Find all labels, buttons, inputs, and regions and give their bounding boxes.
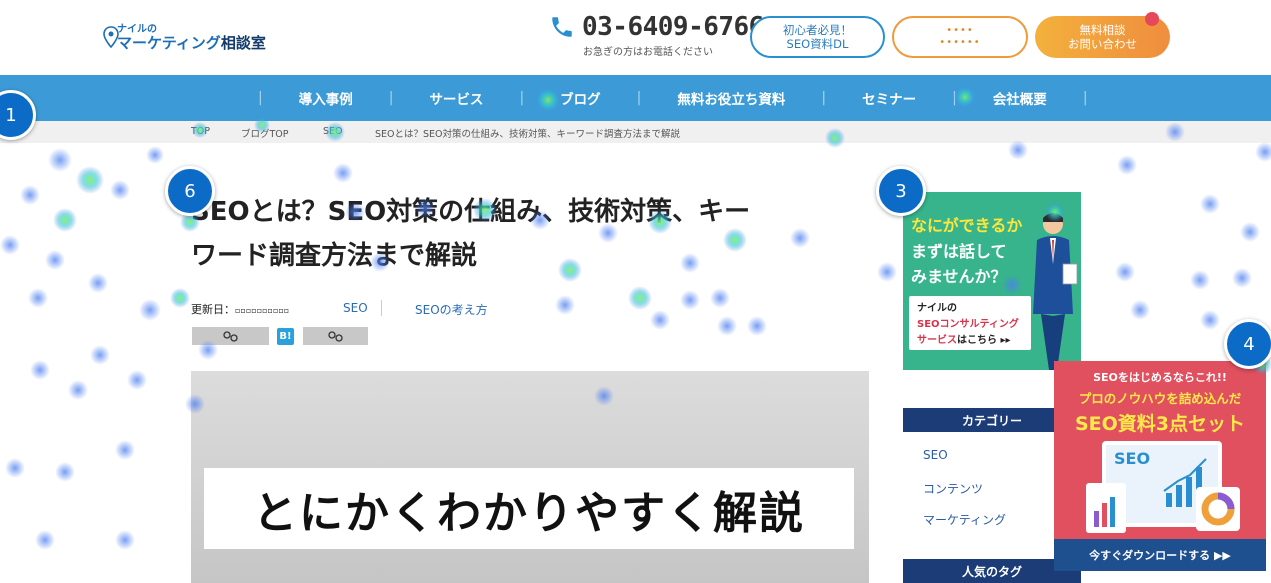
card-line1: ナイルの: [917, 303, 957, 314]
popup-line2: プロのノウハウを詰め込んだ: [1078, 391, 1242, 406]
category-item-marketing[interactable]: マーケティング: [923, 511, 1006, 528]
banner-line1: なにができるか: [911, 216, 1023, 235]
phone-icon: [552, 17, 572, 37]
article-title-line1: SEOとは？SEO対策の仕組み、技術対策、キー: [191, 197, 751, 227]
beginner-button-line2: SEO資料DL: [786, 37, 849, 51]
beginner-button-line1: 初心者必見！: [783, 22, 852, 37]
logo-main-text: マーケティング相談室: [117, 32, 266, 53]
contact-button-line1: 無料相談: [1079, 22, 1126, 37]
nav-item-seminar[interactable]: セミナー: [826, 88, 952, 108]
card-line3a: サービス: [917, 335, 957, 346]
breadcrumb-top[interactable]: TOP: [191, 126, 210, 137]
marker-4: 4: [1224, 319, 1271, 369]
card-line3b: はこちら ▸▸: [957, 335, 1011, 346]
mid-button-line1: ••••: [946, 24, 974, 36]
category-item-content[interactable]: コンテンツ: [923, 480, 983, 497]
phone-contact[interactable]: 03-6409-6766 お急ぎの方はお電話ください: [549, 12, 764, 58]
marker-3: 3: [876, 166, 926, 216]
tag-seo[interactable]: SEO: [343, 301, 368, 315]
businessman-illustration: [1033, 213, 1078, 370]
popup-line3: SEO資料3点セット: [1074, 413, 1246, 435]
hero-caption: とにかくわかりやすく解説: [204, 468, 854, 549]
nav-item-blog[interactable]: ブログ: [524, 88, 637, 108]
mid-button-line2: ••••••: [939, 37, 981, 48]
breadcrumb-seo[interactable]: SEO: [323, 126, 343, 137]
seo-material-download-button[interactable]: 初心者必見！ SEO資料DL: [750, 16, 885, 58]
marker-6: 6: [165, 166, 215, 216]
nav-separator: |: [1082, 90, 1088, 106]
article-hero-image: とにかくわかりやすく解説: [191, 371, 869, 583]
breadcrumb-blog-top[interactable]: ブログTOP: [241, 126, 289, 140]
nav-item-company[interactable]: 会社概要: [957, 88, 1083, 108]
hatena-bookmark-button[interactable]: B!: [277, 328, 294, 345]
article-title: SEOとは？SEO対策の仕組み、技術対策、キー ワード調査方法まで解説: [191, 190, 851, 278]
updated-value: ▫▫▫▫▫▫▫▫▫▫: [235, 306, 290, 315]
article-title-line2: ワード調査方法まで解説: [191, 241, 478, 271]
site-logo[interactable]: ナイルの マーケティング相談室: [103, 20, 273, 56]
category-item-seo[interactable]: SEO: [923, 448, 948, 462]
banner-line3: みませんか？: [911, 267, 1007, 286]
banner-line2: まずは話して: [911, 242, 1007, 261]
notification-dot: [1145, 12, 1159, 26]
main-nav: | 導入事例 | サービス | ブログ | 無料お役立ち資料 | セミナー | …: [0, 75, 1271, 121]
pie-chart-icon: [1196, 487, 1240, 531]
seo-material-popup[interactable]: SEOをはじめるならこれ!! プロのノウハウを詰め込んだ SEO資料3点セット …: [1054, 361, 1266, 571]
popup-download-button[interactable]: 今すぐダウンロードする ▶▶: [1054, 539, 1266, 571]
tag-divider: [381, 300, 382, 316]
banner-card: ナイルの SEOコンサルティング サービスはこちら ▸▸: [909, 296, 1031, 350]
tag-seo-thinking[interactable]: SEOの考え方: [415, 301, 488, 318]
updated-label: 更新日：: [191, 303, 235, 316]
logo-main-suffix: 相談室: [220, 34, 266, 52]
contact-button-line2: お問い合わせ: [1068, 37, 1137, 51]
consulting-banner[interactable]: なにができるか まずは話して みませんか？ ナイルの SEOコンサルティング サ…: [903, 192, 1081, 370]
nav-item-services[interactable]: サービス: [393, 88, 519, 108]
card-line2: SEOコンサルティング: [917, 319, 1019, 330]
nav-list: | 導入事例 | サービス | ブログ | 無料お役立ち資料 | セミナー | …: [258, 75, 1088, 121]
report-card-icon: [1086, 483, 1126, 533]
share-icon: [327, 331, 343, 342]
site-header: ナイルの マーケティング相談室 03-6409-6766 お急ぎの方はお電話くだ…: [0, 0, 1271, 75]
share-icon: [222, 331, 238, 342]
phone-number: 03-6409-6766: [582, 12, 764, 42]
share-button-right[interactable]: [303, 327, 368, 345]
breadcrumb-current: SEOとは？SEO対策の仕組み、技術対策、キーワード調査方法まで解説: [375, 129, 681, 140]
nav-item-case-studies[interactable]: 導入事例: [263, 88, 389, 108]
logo-main-word: マーケティング: [117, 34, 221, 52]
breadcrumb: TOP ブログTOP SEO SEOとは？SEO対策の仕組み、技術対策、キーワー…: [0, 121, 1271, 143]
popup-line1: SEOをはじめるならこれ!!: [1093, 371, 1227, 384]
updated-date: 更新日：▫▫▫▫▫▫▫▫▫▫: [191, 301, 289, 317]
header-mid-button[interactable]: •••• ••••••: [892, 16, 1028, 58]
share-button-left[interactable]: [192, 327, 269, 345]
phone-note: お急ぎの方はお電話ください: [583, 47, 713, 58]
nav-item-free-materials[interactable]: 無料お役立ち資料: [641, 88, 821, 108]
